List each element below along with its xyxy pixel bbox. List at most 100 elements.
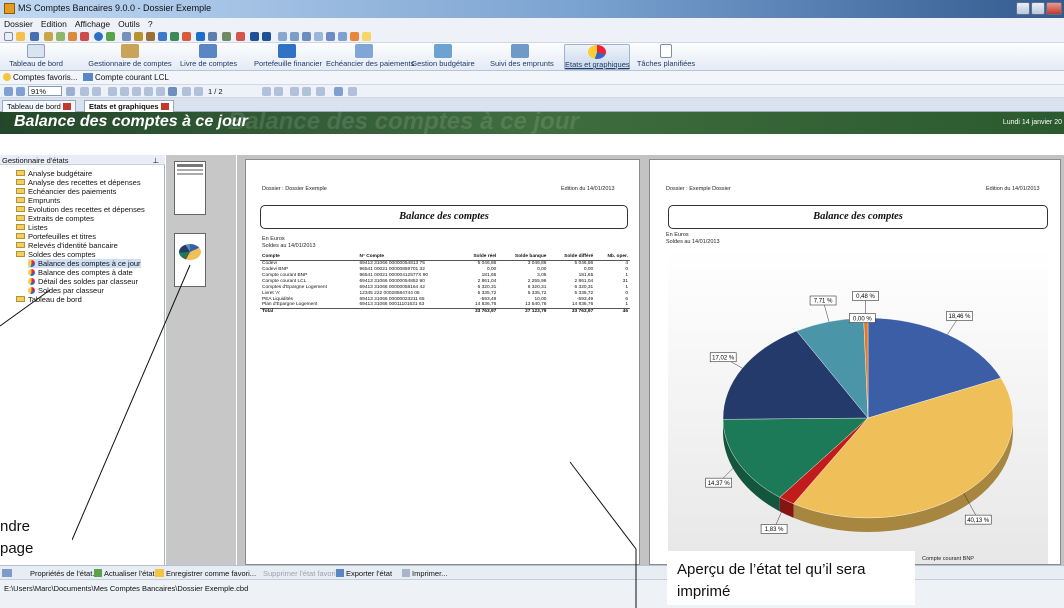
new-icon[interactable]: [4, 32, 13, 41]
tree-subitem[interactable]: Balance des comptes à date: [28, 268, 133, 277]
favorites-menu[interactable]: Comptes favoris...: [13, 73, 77, 82]
tree-item[interactable]: Echéancier des paiements: [16, 187, 116, 196]
ledger-icon[interactable]: [146, 32, 155, 41]
ribbon-accounts-button[interactable]: Gestionnaire de comptes: [88, 44, 172, 70]
fit-icon[interactable]: [144, 87, 153, 96]
tree-subitem-selected[interactable]: Balance des comptes à ce jour: [28, 259, 141, 268]
banner-ghost-title: Balance des comptes à ce jour: [228, 108, 579, 135]
ribbon-loans-button[interactable]: Suivi des emprunts: [490, 44, 554, 70]
schedule-small-icon[interactable]: [170, 32, 179, 41]
remove-favorite-button[interactable]: Supprimer l'état favori...: [263, 569, 342, 578]
menu-outils[interactable]: Outils: [114, 18, 144, 30]
report-icon[interactable]: [326, 32, 335, 41]
nav-back-icon[interactable]: [250, 32, 259, 41]
search-icon[interactable]: [262, 87, 271, 96]
ribbon-budget-button[interactable]: Gestion budgétaire: [408, 44, 478, 70]
ribbon-reports-button[interactable]: Etats et graphiques: [564, 44, 630, 70]
page-thumbnail-1[interactable]: [174, 161, 206, 215]
portfolio-small-icon[interactable]: [158, 32, 167, 41]
two-pages-icon[interactable]: [120, 87, 129, 96]
calc-icon[interactable]: [56, 32, 65, 41]
list-icon[interactable]: [314, 32, 323, 41]
properties-button[interactable]: Propriétés de l'état...: [30, 569, 99, 578]
filter-icon[interactable]: [236, 32, 245, 41]
next-page-icon[interactable]: [194, 87, 203, 96]
first-page-icon[interactable]: [80, 87, 89, 96]
tab-reports[interactable]: Etats et graphiques: [84, 100, 174, 112]
options-small-icon[interactable]: [302, 87, 311, 96]
save-icon[interactable]: [30, 32, 39, 41]
tree-item[interactable]: Analyse budgétaire: [16, 169, 92, 178]
tree-subitem[interactable]: Détail des soldes par classeur: [28, 277, 138, 286]
minimize-button[interactable]: [1016, 2, 1030, 15]
thumbnails-icon[interactable]: [168, 87, 177, 96]
current-account-link[interactable]: Compte courant LCL: [95, 73, 169, 82]
zoom-select[interactable]: 91%: [28, 86, 62, 96]
tool-icon[interactable]: [122, 32, 131, 41]
budget-small-icon[interactable]: [182, 32, 191, 41]
zoom-out-icon[interactable]: [16, 87, 25, 96]
menu-dossier[interactable]: Dossier: [0, 18, 37, 30]
open-icon[interactable]: [16, 32, 25, 41]
menu-edition[interactable]: Edition: [37, 18, 71, 30]
window-icon[interactable]: [350, 32, 359, 41]
print-small-icon[interactable]: [348, 87, 357, 96]
ribbon-dashboard-button[interactable]: Tableau de bord: [6, 44, 66, 70]
ribbon-tasks-button[interactable]: Tâches planifiées: [636, 44, 696, 70]
tree-item[interactable]: Relevés d'identité bancaire: [16, 241, 118, 250]
chart-small-icon[interactable]: [208, 32, 217, 41]
prev-page-icon[interactable]: [92, 87, 101, 96]
tree-item[interactable]: Analyse des recettes et dépenses: [16, 178, 141, 187]
ribbon-schedule-button[interactable]: Echéancier des paiements: [326, 44, 414, 70]
graph-icon[interactable]: [338, 32, 347, 41]
tree-item[interactable]: Portefeuilles et titres: [16, 232, 96, 241]
width-icon[interactable]: [156, 87, 165, 96]
tree-item[interactable]: Tableau de bord: [16, 295, 82, 304]
tree-item[interactable]: Soldes des comptes: [16, 250, 96, 259]
bank-small-icon[interactable]: [134, 32, 143, 41]
menu-affichage[interactable]: Affichage: [71, 18, 114, 30]
refresh-icon[interactable]: [106, 32, 115, 41]
multi-pages-icon[interactable]: [132, 87, 141, 96]
tasks-small-icon[interactable]: [222, 32, 231, 41]
zoom-in-icon[interactable]: [4, 87, 13, 96]
tree-subitem[interactable]: Soldes par classeur: [28, 286, 104, 295]
print-button[interactable]: Imprimer...: [412, 569, 447, 578]
one-page-icon[interactable]: [108, 87, 117, 96]
tab-dashboard[interactable]: Tableau de bord: [2, 100, 76, 112]
maximize-button[interactable]: [1031, 2, 1045, 15]
bank-icon: [121, 44, 139, 58]
export-small-icon[interactable]: [334, 87, 343, 96]
page-icon[interactable]: [182, 87, 191, 96]
tab-close-icon[interactable]: [160, 103, 169, 110]
export-button[interactable]: Exporter l'état: [346, 569, 392, 578]
save-preview-icon[interactable]: [316, 87, 325, 96]
pin-icon[interactable]: ⊥: [152, 156, 159, 165]
banner-date: Lundi 14 janvier 20: [1002, 119, 1062, 126]
nav-forward-icon[interactable]: [262, 32, 271, 41]
tree-item[interactable]: Extraits de comptes: [16, 214, 94, 223]
print-icon[interactable]: [68, 32, 77, 41]
calendar-icon[interactable]: [302, 32, 311, 41]
camera-icon[interactable]: [290, 87, 299, 96]
page-thumbnail-2[interactable]: [174, 233, 206, 287]
tree-item[interactable]: Evolution des recettes et dépenses: [16, 205, 145, 214]
edit-icon[interactable]: [44, 32, 53, 41]
zoom-dropdown-icon[interactable]: [66, 87, 75, 96]
menu-help[interactable]: ?: [144, 18, 157, 30]
save-favorite-button[interactable]: Enregistrer comme favori...: [166, 569, 256, 578]
grid-icon[interactable]: [290, 32, 299, 41]
close-button[interactable]: [1046, 2, 1062, 15]
delete-icon[interactable]: [80, 32, 89, 41]
ribbon-ledger-button[interactable]: Livre de comptes: [180, 44, 237, 70]
help-icon[interactable]: [94, 32, 103, 41]
refresh-button[interactable]: Actualiser l'état: [104, 569, 155, 578]
ribbon-portfolio-button[interactable]: Portefeuille financier: [254, 44, 322, 70]
tree-item[interactable]: Listes: [16, 223, 48, 232]
loan-small-icon[interactable]: [196, 32, 205, 41]
view-icon[interactable]: [278, 32, 287, 41]
tab-close-icon[interactable]: [62, 103, 71, 110]
options-icon[interactable]: [362, 32, 371, 41]
tree-item[interactable]: Emprunts: [16, 196, 60, 205]
find-icon[interactable]: [274, 87, 283, 96]
